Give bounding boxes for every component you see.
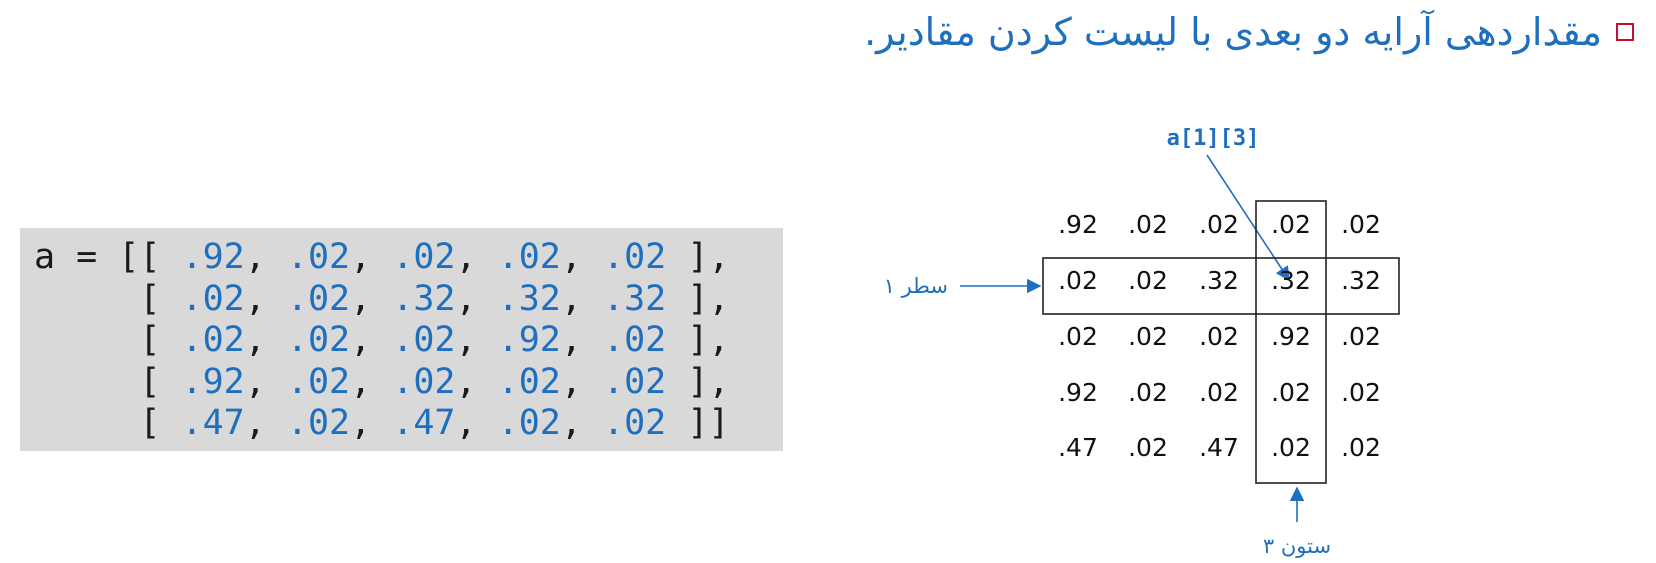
array-cell: .02 (1341, 433, 1381, 462)
element-index-label: a[1][3] (1167, 126, 1260, 151)
array-cell: .02 (1271, 378, 1311, 407)
array-cell: .92 (1058, 210, 1098, 239)
array-cell: .02 (1199, 378, 1239, 407)
array-cell: .47 (1058, 433, 1098, 462)
array-cell: .47 (1199, 433, 1239, 462)
array-cell: .02 (1058, 322, 1098, 351)
array-cell: .92 (1271, 322, 1311, 351)
array-cell: .02 (1128, 210, 1168, 239)
array-cell: .92 (1058, 378, 1098, 407)
array-cell: .02 (1341, 378, 1381, 407)
array-cells: .92 .02 .02 .02 .02 .02 .02 .32 .32 .32 .02 .02 .02.… (1058, 210, 1381, 462)
array-cell: .02 (1271, 433, 1311, 462)
array-cell: .02 (1128, 322, 1168, 351)
row-label: سطر ۱ (884, 274, 948, 298)
array-cell: .02 (1341, 322, 1381, 351)
column-label: ستون ۳ (1263, 534, 1331, 558)
array-cell: .02 (1341, 210, 1381, 239)
array-cell: .02 (1128, 266, 1168, 295)
array-diagram: a[1][3] سطر ۱ ستون ۳ .92 .02 .02 .02 .02 .02.… (884, 126, 1400, 558)
array-cell: .02 (1128, 433, 1168, 462)
array-cell: .32 (1341, 266, 1381, 295)
array-cell: .02 (1128, 378, 1168, 407)
array-cell: .32 (1199, 266, 1239, 295)
array-cell: .02 (1058, 266, 1098, 295)
array-cell: .02 (1199, 210, 1239, 239)
array-cell: .02 (1199, 322, 1239, 351)
array-cell: .32 (1271, 266, 1311, 295)
array-cell: .02 (1271, 210, 1311, 239)
